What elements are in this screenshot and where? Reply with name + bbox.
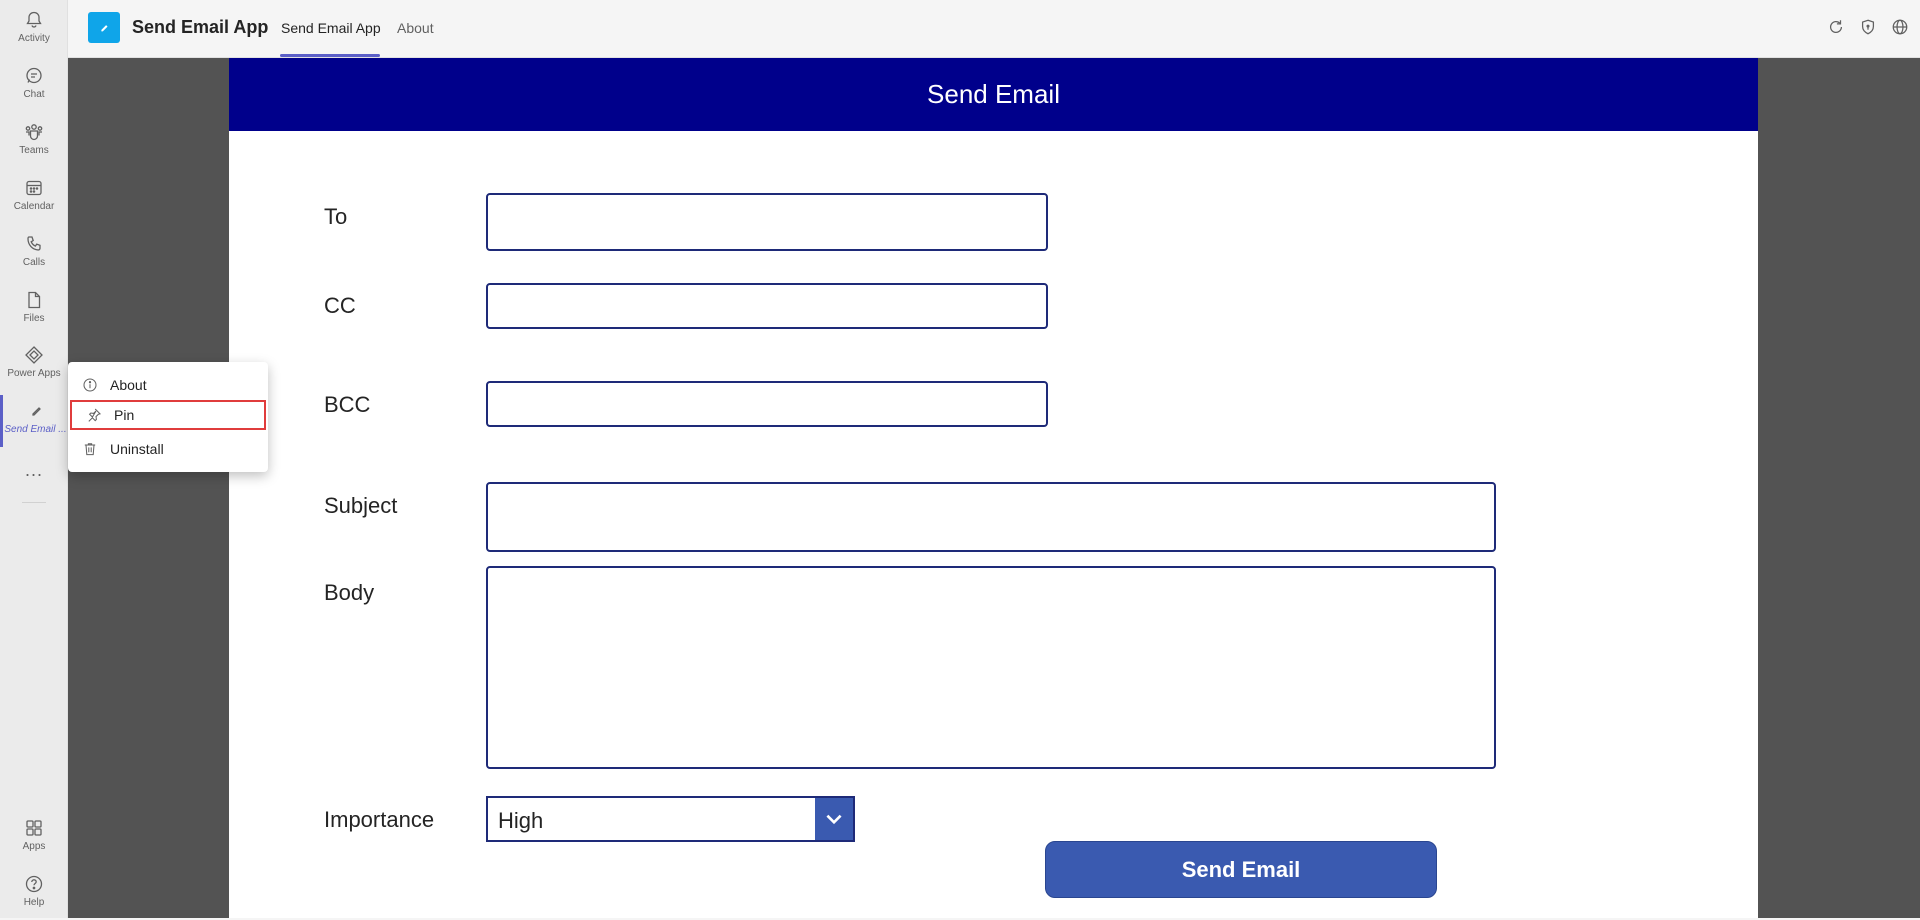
rail-label: Activity bbox=[18, 33, 50, 44]
form-header: Send Email bbox=[229, 58, 1758, 131]
teams-icon bbox=[25, 124, 43, 141]
app-logo bbox=[88, 12, 120, 43]
importance-dropdown[interactable]: High bbox=[486, 796, 855, 842]
rail-item-calendar[interactable]: Calendar bbox=[0, 172, 68, 224]
menu-item-label: Pin bbox=[114, 407, 135, 423]
file-icon bbox=[28, 291, 41, 309]
to-label: To bbox=[324, 204, 348, 229]
app-title: Send Email App bbox=[132, 17, 269, 37]
subject-input[interactable] bbox=[486, 482, 1496, 552]
rail-label: Calendar bbox=[13, 201, 55, 212]
rail-label: Power Apps bbox=[7, 368, 61, 379]
rail-item-power-apps[interactable]: Power Apps bbox=[0, 339, 68, 391]
tab-about[interactable]: About bbox=[397, 20, 434, 36]
trash-icon bbox=[84, 443, 96, 456]
importance-value: High bbox=[498, 808, 544, 833]
rail-label: Apps bbox=[22, 841, 46, 852]
rail-label: Help bbox=[23, 897, 45, 908]
help-icon bbox=[25, 875, 43, 893]
rail-item-calls[interactable]: Calls bbox=[0, 228, 68, 280]
bell-icon bbox=[26, 11, 42, 28]
rail-item-apps[interactable]: Apps bbox=[0, 812, 68, 864]
power-apps-icon bbox=[25, 346, 43, 364]
bcc-input[interactable] bbox=[486, 381, 1048, 427]
menu-item-about[interactable]: About bbox=[68, 370, 268, 400]
menu-item-label: Uninstall bbox=[110, 441, 164, 457]
pencil-icon bbox=[31, 407, 41, 416]
rail-label: Files bbox=[23, 313, 45, 324]
bcc-label: BCC bbox=[324, 392, 371, 417]
importance-label: Importance bbox=[324, 807, 435, 832]
rail-item-files[interactable]: Files bbox=[0, 284, 68, 336]
menu-item-pin[interactable]: Pin bbox=[70, 400, 266, 430]
more-apps-button[interactable]: ... bbox=[0, 460, 68, 481]
form-title: Send Email bbox=[927, 79, 1060, 109]
rail-item-send-email-app[interactable]: Send Email ... bbox=[0, 395, 68, 447]
pin-icon bbox=[88, 408, 102, 422]
send-email-button[interactable]: Send Email bbox=[1045, 841, 1437, 898]
globe-icon[interactable] bbox=[1891, 18, 1909, 36]
rail-item-chat[interactable]: Chat bbox=[0, 60, 68, 112]
to-input[interactable] bbox=[486, 193, 1048, 251]
rail-item-activity[interactable]: Activity bbox=[0, 4, 68, 56]
apps-icon bbox=[26, 820, 42, 836]
info-icon bbox=[83, 378, 97, 392]
shield-icon[interactable] bbox=[1859, 18, 1877, 36]
rail-item-help[interactable]: Help bbox=[0, 868, 68, 920]
rail-divider bbox=[22, 502, 46, 503]
menu-item-uninstall[interactable]: Uninstall bbox=[68, 434, 268, 464]
app-context-menu: About Pin Uninstall bbox=[68, 362, 268, 472]
rail-label: Calls bbox=[22, 257, 46, 268]
pencil-icon bbox=[101, 24, 108, 31]
tab-send-email-app[interactable]: Send Email App bbox=[281, 20, 381, 36]
menu-item-label: About bbox=[110, 377, 147, 393]
rail-item-teams[interactable]: Teams bbox=[0, 116, 68, 168]
dropdown-toggle[interactable] bbox=[815, 798, 853, 840]
body-label: Body bbox=[324, 580, 375, 605]
subject-label: Subject bbox=[324, 493, 398, 518]
chevron-down-icon bbox=[826, 814, 842, 825]
app-header: Send Email App Send Email App About bbox=[68, 0, 1920, 58]
active-tab-indicator bbox=[280, 54, 380, 57]
body-textarea[interactable] bbox=[486, 566, 1496, 769]
calendar-icon bbox=[26, 180, 42, 196]
rail-label: Send Email ... bbox=[4, 424, 67, 435]
cc-input[interactable] bbox=[486, 283, 1048, 329]
phone-icon bbox=[27, 236, 41, 251]
refresh-icon[interactable] bbox=[1827, 18, 1845, 36]
rail-label: Chat bbox=[23, 89, 45, 100]
form-canvas: Send Email To CC BCC Subject Body Import… bbox=[229, 58, 1758, 918]
chat-icon bbox=[26, 67, 42, 84]
rail-label: Teams bbox=[19, 145, 49, 156]
cc-label: CC bbox=[324, 293, 356, 318]
app-rail: Activity Chat Teams Calendar Calls Files… bbox=[0, 0, 68, 918]
